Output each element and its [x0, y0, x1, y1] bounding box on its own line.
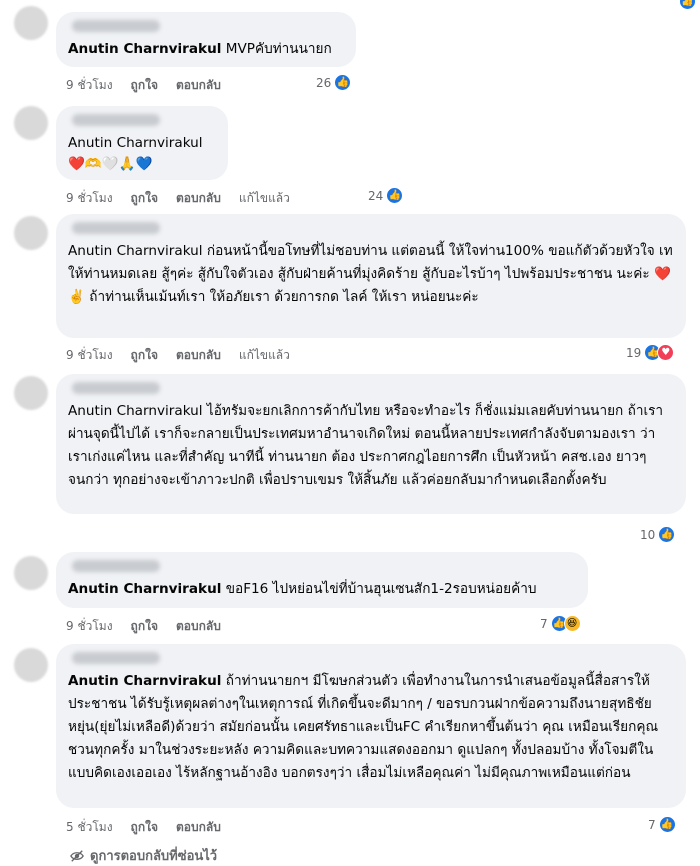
comment-bubble: Anutin Charnvirakul ไอ้ทรัมจะยกเลิกการค้…	[56, 374, 686, 514]
reaction-count[interactable]: 10 👍	[640, 526, 676, 543]
comment-text: ถ้าท่านนายกฯ มีโฆษกส่วนตัว เพื่อทำงานในก…	[68, 673, 659, 781]
blurred-author-name	[72, 114, 160, 126]
timestamp[interactable]: 9 ชั่วโมง	[66, 189, 113, 208]
reaction-number: 19	[626, 345, 642, 360]
reply-button[interactable]: ตอบกลับ	[176, 346, 221, 365]
comment-meta: 9 ชั่วโมง ถูกใจ ตอบกลับ	[66, 617, 239, 636]
reaction-number: 7	[648, 817, 656, 832]
edited-label[interactable]: แก้ไขแล้ว	[239, 189, 290, 208]
like-button[interactable]: ถูกใจ	[131, 346, 158, 365]
timestamp[interactable]: 9 ชั่วโมง	[66, 617, 113, 636]
love-reaction-icon: ♥	[657, 344, 675, 361]
avatar[interactable]	[14, 556, 48, 590]
reaction-count[interactable]: 7 👍 😆	[540, 615, 581, 632]
reply-button[interactable]: ตอบกลับ	[176, 76, 221, 95]
timestamp[interactable]: 5 ชั่วโมง	[66, 818, 113, 837]
reply-button[interactable]: ตอบกลับ	[176, 818, 221, 837]
reaction-number: 10	[640, 527, 656, 542]
comment-meta: 9 ชั่วโมง ถูกใจ ตอบกลับ	[66, 76, 239, 95]
mention-name[interactable]: Anutin Charnvirakul	[68, 403, 203, 419]
blurred-author-name	[72, 382, 160, 394]
edited-label[interactable]: แก้ไขแล้ว	[239, 346, 290, 365]
like-button[interactable]: ถูกใจ	[131, 617, 158, 636]
avatar[interactable]	[14, 6, 48, 40]
like-reaction-icon: 👍	[334, 74, 352, 91]
blurred-author-name	[72, 222, 160, 234]
reaction-number: 24	[368, 188, 384, 203]
comment-text: ขอF16 ไปหย่อนไข่ที่บ้านฮุนเซนสัก1-2รอบหน…	[221, 581, 537, 597]
comment-bubble: Anutin Charnvirakul ❤️🫶🤍🙏💙	[56, 106, 228, 180]
avatar[interactable]	[14, 216, 48, 250]
reaction-summary-top: 👍	[679, 0, 696, 10]
reaction-number: 7	[540, 616, 548, 631]
eye-slash-icon	[70, 849, 84, 862]
like-button[interactable]: ถูกใจ	[131, 818, 158, 837]
comment-meta: 9 ชั่วโมง ถูกใจ ตอบกลับ แก้ไขแล้ว	[66, 346, 308, 365]
like-button[interactable]: ถูกใจ	[131, 189, 158, 208]
reply-button[interactable]: ตอบกลับ	[176, 189, 221, 208]
comment-bubble: Anutin Charnvirakul ถ้าท่านนายกฯ มีโฆษกส…	[56, 644, 686, 808]
reply-button[interactable]: ตอบกลับ	[176, 617, 221, 636]
like-reaction-icon: 👍	[658, 526, 676, 543]
like-button[interactable]: ถูกใจ	[131, 76, 158, 95]
avatar[interactable]	[14, 648, 48, 682]
blurred-author-name	[72, 20, 160, 32]
like-reaction-icon: 👍	[386, 187, 404, 204]
haha-reaction-icon: 😆	[563, 615, 581, 632]
mention-name[interactable]: Anutin Charnvirakul	[68, 673, 221, 689]
reaction-count[interactable]: 26 👍	[316, 74, 352, 91]
comment-text: ❤️🫶🤍🙏💙	[68, 156, 153, 172]
mention-name[interactable]: Anutin Charnvirakul	[68, 243, 203, 259]
avatar[interactable]	[14, 106, 48, 140]
blurred-author-name	[72, 652, 160, 664]
comment-bubble: Anutin Charnvirakul ก่อนหน้านี้ขอโทษที่ไ…	[56, 214, 686, 338]
comment-meta: 5 ชั่วโมง ถูกใจ ตอบกลับ	[66, 818, 239, 837]
mention-name[interactable]: Anutin Charnvirakul	[68, 581, 221, 597]
reaction-count[interactable]: 19 👍 ♥	[626, 344, 675, 361]
comment-bubble: Anutin Charnvirakul ขอF16 ไปหย่อนไข่ที่บ…	[56, 552, 588, 608]
like-reaction-icon: 👍	[658, 816, 676, 833]
comment-meta: 9 ชั่วโมง ถูกใจ ตอบกลับ แก้ไขแล้ว	[66, 189, 308, 208]
blurred-author-name	[72, 560, 160, 572]
comment-bubble: Anutin Charnvirakul MVPคับท่านนายก	[56, 12, 356, 67]
timestamp[interactable]: 9 ชั่วโมง	[66, 76, 113, 95]
mention-name[interactable]: Anutin Charnvirakul	[68, 41, 221, 57]
reaction-number: 26	[316, 75, 332, 90]
reaction-count[interactable]: 7 👍	[648, 816, 676, 833]
mention-name[interactable]: Anutin Charnvirakul	[68, 135, 203, 151]
timestamp[interactable]: 9 ชั่วโมง	[66, 346, 113, 365]
comment-text: MVPคับท่านนายก	[221, 41, 332, 57]
like-reaction-icon: 👍	[679, 0, 696, 10]
reaction-count[interactable]: 24 👍	[368, 187, 404, 204]
avatar[interactable]	[14, 376, 48, 410]
